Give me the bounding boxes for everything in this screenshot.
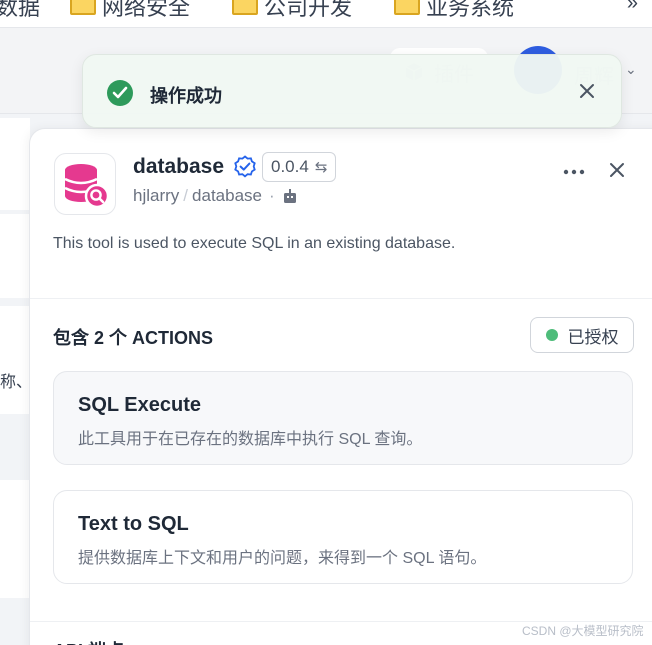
bookmarks-bar: 数据 网络安全 公司开发 业务系统 »: [0, 0, 652, 28]
action-card-text-to-sql[interactable]: Text to SQL 提供数据库上下文和用户的问题，来得到一个 SQL 语句。: [53, 490, 633, 584]
bookmark-company-dev[interactable]: 公司开发: [232, 0, 352, 22]
plugin-detail-panel: database 0.0.4 ⇆ hjlarry / database · Th…: [29, 128, 652, 645]
tool-author: hjlarry: [133, 186, 180, 205]
background-card: [0, 480, 30, 598]
swap-icon: ⇆: [314, 159, 328, 176]
background-text: 称、: [0, 374, 33, 391]
bookmarks-more-icon[interactable]: »: [627, 0, 638, 15]
folder-icon: [70, 0, 96, 15]
bookmark-network-security[interactable]: 网络安全: [70, 0, 190, 22]
bookmark-business-system[interactable]: 业务系统: [394, 0, 514, 22]
action-description: 此工具用于在已存在的数据库中执行 SQL 查询。: [78, 431, 423, 448]
status-dot: [545, 329, 558, 341]
verified-badge-icon: [234, 155, 256, 178]
bookmark-label: 数据: [0, 0, 41, 20]
folder-icon: [394, 0, 420, 15]
folder-icon: [232, 0, 258, 15]
close-icon[interactable]: [577, 81, 597, 101]
path-separator: /: [183, 186, 189, 205]
close-icon[interactable]: [608, 161, 626, 179]
action-name: SQL Execute: [78, 394, 202, 416]
action-name: Text to SQL: [78, 513, 189, 535]
bookmark-label: 网络安全: [102, 0, 191, 20]
success-toast: 操作成功: [82, 54, 622, 128]
tool-name: database: [133, 155, 225, 178]
version-badge[interactable]: 0.0.4 ⇆: [262, 152, 337, 182]
bookmark-data[interactable]: 数据: [0, 0, 40, 22]
tool-author-line: hjlarry / database ·: [133, 186, 298, 206]
actions-section-title: 包含 2 个 ACTIONS: [53, 328, 214, 348]
auth-label: 已授权: [567, 327, 619, 347]
check-circle-icon: [107, 80, 133, 106]
database-tool-icon: [54, 153, 116, 215]
database-search-icon: [64, 164, 110, 209]
action-card-sql-execute[interactable]: SQL Execute 此工具用于在已存在的数据库中执行 SQL 查询。: [53, 371, 633, 465]
authorized-badge[interactable]: 已授权: [530, 317, 634, 353]
action-description: 提供数据库上下文和用户的问题，来得到一个 SQL 语句。: [78, 550, 487, 567]
more-icon[interactable]: [563, 169, 585, 175]
tool-slug: database: [192, 186, 262, 205]
watermark: CSDN @大模型研究院: [522, 624, 644, 638]
divider: [30, 298, 652, 299]
chevron-down-icon[interactable]: ⌄: [625, 61, 637, 78]
dot-separator: ·: [268, 186, 275, 205]
bookmark-label: 公司开发: [264, 0, 353, 20]
background-card: [0, 306, 30, 414]
background-card: [0, 214, 30, 298]
version-text: 0.0.4: [271, 157, 309, 176]
background-card: [0, 118, 30, 210]
robot-icon: [283, 189, 296, 203]
toast-message: 操作成功: [150, 86, 222, 106]
bookmark-label: 业务系统: [426, 0, 515, 20]
tool-description: This tool is used to execute SQL in an e…: [53, 235, 456, 252]
api-endpoints-heading: API 端点: [53, 637, 124, 645]
